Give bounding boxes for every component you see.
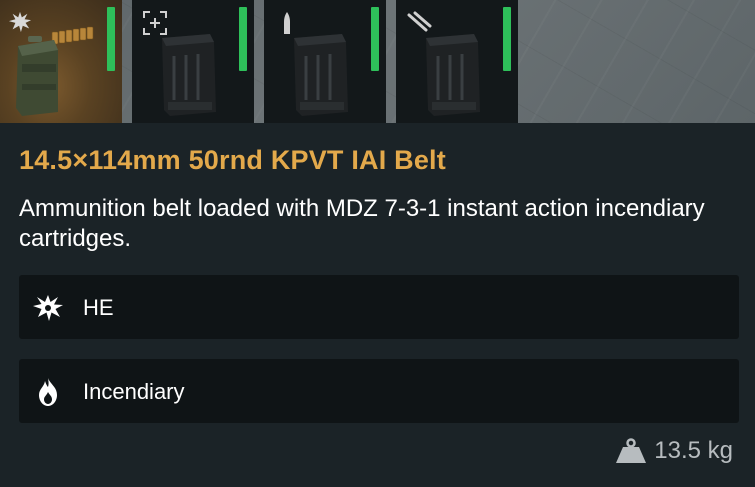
property-label: HE: [83, 295, 114, 320]
slot-ready-indicator: [107, 7, 115, 71]
item-description: Ammunition belt loaded with MDZ 7-3-1 in…: [19, 195, 705, 252]
property-he: HE: [19, 275, 739, 339]
ammo-box-belt-icon: [16, 26, 94, 116]
ammo-slot-4[interactable]: [396, 0, 518, 123]
ammo-slot-3[interactable]: [264, 0, 386, 123]
weight-value: 13.5 kg: [654, 437, 733, 464]
explosion-icon: [33, 295, 63, 321]
property-label: Incendiary: [83, 379, 185, 404]
magazine-icon: [294, 34, 348, 116]
flame-icon: [39, 378, 57, 406]
property-incendiary: Incendiary: [19, 359, 739, 423]
slot-ready-indicator: [239, 7, 247, 71]
item-weight: 13.5 kg: [614, 437, 733, 465]
weight-icon: [616, 438, 647, 463]
slot-ready-indicator: [503, 7, 511, 71]
magazine-icon: [162, 34, 216, 116]
ammo-slot-2[interactable]: [132, 0, 254, 123]
item-details-panel: 14.5×114mm 50rnd KPVT IAI Belt Ammunitio…: [0, 123, 755, 487]
magazine-icon: [426, 34, 480, 116]
item-title: 14.5×114mm 50rnd KPVT IAI Belt: [19, 145, 446, 175]
ammo-slot-1[interactable]: [0, 0, 122, 123]
slot-ready-indicator: [371, 7, 379, 71]
